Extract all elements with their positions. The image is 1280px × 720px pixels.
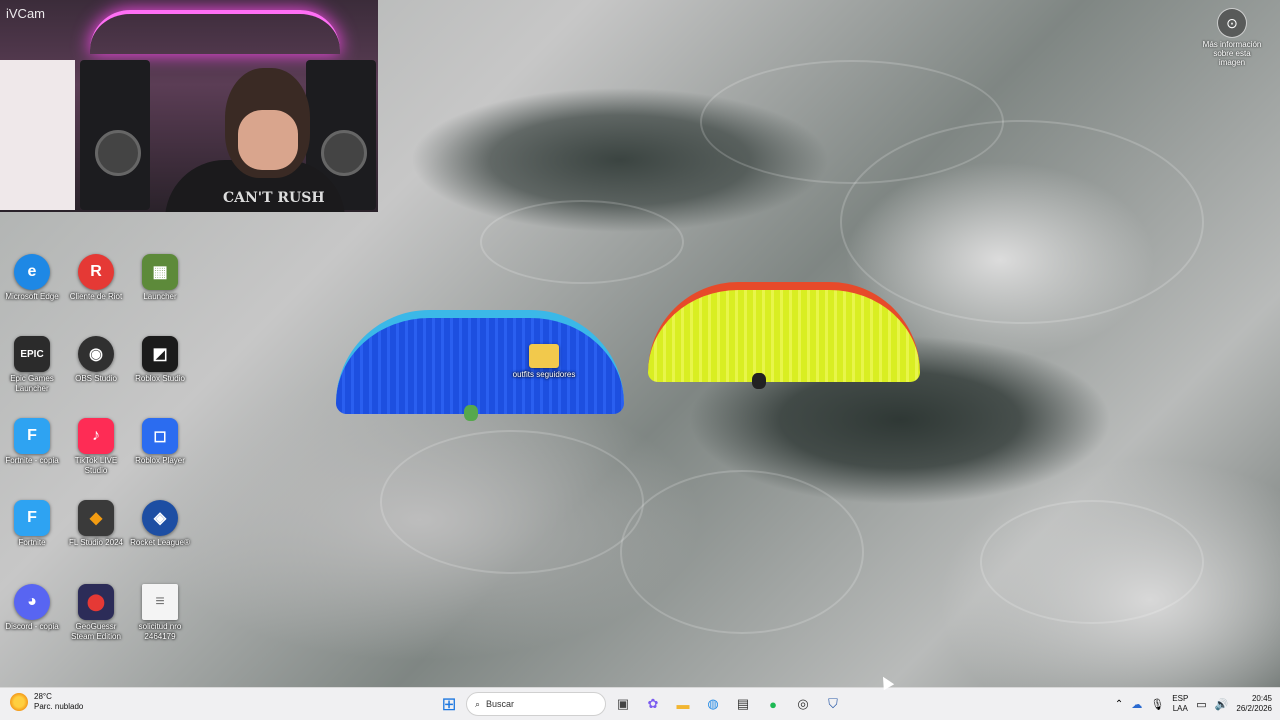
- fl-studio-icon: ◆: [78, 500, 114, 536]
- icon-label: Roblox Player: [135, 456, 185, 465]
- blue-paraglider: [336, 310, 624, 414]
- icon-label: FL Studio 2024: [69, 538, 123, 547]
- image-info-button[interactable]: ⊙ Más información sobre esta imagen: [1202, 8, 1262, 67]
- shirt-text: CAN'T RUSH: [223, 190, 325, 206]
- obs-icon: ◉: [78, 336, 114, 372]
- microphone-icon[interactable]: 🎙: [1150, 698, 1164, 711]
- spotify-icon[interactable]: ●: [760, 691, 786, 717]
- search-placeholder: Buscar: [486, 699, 515, 709]
- neon-light: [90, 10, 340, 54]
- icon-label: Fortnite: [18, 538, 46, 547]
- icon-label: solicitud nro 2464179: [138, 622, 182, 641]
- icon-label: outfits seguidores: [512, 370, 576, 379]
- yellow-glider-pilot: [752, 373, 766, 389]
- chevron-up-icon[interactable]: ⌃: [1115, 699, 1123, 710]
- copilot-icon[interactable]: ✿: [640, 691, 666, 717]
- desktop-icon-epic[interactable]: EPIC Epic Games Launcher: [0, 336, 64, 394]
- icon-label: Launcher: [143, 292, 177, 301]
- blue-glider-pilot: [464, 405, 478, 421]
- webcam-overlay: CAN'T RUSH iVCam: [0, 0, 378, 212]
- camera-icon: ⊙: [1217, 8, 1247, 38]
- icon-label: Discord - copia: [5, 622, 59, 631]
- system-tray: ⌃ ☁ 🎙 ESP LAA ▭ 🔊 20:45 26/2/2026: [1115, 691, 1272, 717]
- weather-widget[interactable]: 28°C Parc. nublado: [10, 692, 83, 712]
- icon-label: TikTok LIVE Studio: [74, 456, 118, 475]
- image-info-label: Más información sobre esta imagen: [1202, 40, 1262, 67]
- riot-icon: R: [78, 254, 114, 290]
- person-face: [238, 110, 298, 170]
- desktop-icon-fortnite[interactable]: F Fortnite: [0, 500, 64, 548]
- desktop-icon-riot[interactable]: R Cliente de Riot: [64, 254, 128, 302]
- rocket-league-icon: ◈: [142, 500, 178, 536]
- network-icon[interactable]: ▭: [1196, 698, 1206, 711]
- icon-label: Roblox Studio: [135, 374, 185, 383]
- desktop-icon-obs[interactable]: ◉ OBS Studio: [64, 336, 128, 384]
- taskbar-apps: ⊞ ⌕ Buscar ▣ ✿ ▬ ◍ ▤ ● ◎ ⛉: [436, 691, 846, 717]
- desktop-icon-geoguessr[interactable]: ⬤ GeoGuessr Steam Edition: [64, 584, 128, 642]
- icon-label: Fortnite - copia: [5, 456, 59, 465]
- webcam-label: iVCam: [6, 6, 46, 21]
- icon-label: Microsoft Edge: [5, 292, 59, 301]
- icon-label: GeoGuessr Steam Edition: [71, 622, 121, 641]
- desktop-icon-document[interactable]: ≡ solicitud nro 2464179: [128, 584, 192, 642]
- tiktok-icon: ♪: [78, 418, 114, 454]
- desktop-icon-roblox-studio[interactable]: ◩ Roblox Studio: [128, 336, 192, 384]
- desktop-icon-discord[interactable]: ◕ Discord - copia: [0, 584, 64, 632]
- store-icon[interactable]: ▤: [730, 691, 756, 717]
- roblox-studio-icon: ◩: [142, 336, 178, 372]
- language-indicator[interactable]: ESP LAA: [1172, 694, 1188, 714]
- volume-icon[interactable]: 🔊: [1215, 698, 1229, 711]
- taskbar: 28°C Parc. nublado ⊞ ⌕ Buscar ▣ ✿ ▬ ◍ ▤ …: [0, 687, 1280, 720]
- icon-label: Epic Games Launcher: [10, 374, 54, 393]
- lang-top: ESP: [1172, 694, 1189, 703]
- clock[interactable]: 20:45 26/2/2026: [1236, 694, 1272, 714]
- clock-time: 20:45: [1251, 694, 1272, 703]
- desktop-icon-fl-studio[interactable]: ◆ FL Studio 2024: [64, 500, 128, 548]
- desktop-icon-tiktok-live[interactable]: ♪ TikTok LIVE Studio: [64, 418, 128, 476]
- partly-cloudy-icon: [10, 693, 28, 711]
- file-explorer-icon[interactable]: ▬: [670, 691, 696, 717]
- icon-label: Rocket League®: [130, 538, 190, 547]
- fortnite-icon: F: [14, 418, 50, 454]
- shelf: [0, 60, 75, 210]
- start-button[interactable]: ⊞: [436, 691, 462, 717]
- desktop-icon-rocket-league[interactable]: ◈ Rocket League®: [128, 500, 192, 548]
- weather-temp: 28°C: [34, 692, 52, 701]
- geoguessr-icon: ⬤: [78, 584, 114, 620]
- discord-icon: ◕: [14, 584, 50, 620]
- desktop-icon-roblox-player[interactable]: ◻ Roblox Player: [128, 418, 192, 466]
- onedrive-icon[interactable]: ☁: [1131, 698, 1142, 711]
- shield-icon[interactable]: ⛉: [820, 691, 846, 717]
- roblox-icon: ◻: [142, 418, 178, 454]
- desktop-folder-outfits[interactable]: outfits seguidores: [512, 340, 576, 380]
- desktop-icon-minecraft-launcher[interactable]: ▦ Launcher: [128, 254, 192, 302]
- search-icon: ⌕: [475, 698, 481, 709]
- task-view-button[interactable]: ▣: [610, 691, 636, 717]
- document-icon: ≡: [142, 584, 178, 620]
- yellow-paraglider: [648, 282, 920, 382]
- weather-desc: Parc. nublado: [34, 702, 84, 711]
- obs-taskbar-icon[interactable]: ◎: [790, 691, 816, 717]
- desktop-icon-fortnite-copy[interactable]: F Fortnite - copia: [0, 418, 64, 466]
- clock-date: 26/2/2026: [1236, 704, 1272, 713]
- folder-icon: [529, 344, 559, 368]
- minecraft-icon: ▦: [142, 254, 178, 290]
- speaker-left: [80, 60, 150, 210]
- lang-bottom: LAA: [1172, 704, 1188, 713]
- epic-games-icon: EPIC: [14, 336, 50, 372]
- edge-icon: e: [14, 254, 50, 290]
- edge-taskbar-icon[interactable]: ◍: [700, 691, 726, 717]
- icon-label: Cliente de Riot: [69, 292, 123, 301]
- fortnite-icon: F: [14, 500, 50, 536]
- search-box[interactable]: ⌕ Buscar: [466, 692, 606, 716]
- icon-label: OBS Studio: [75, 374, 117, 383]
- desktop-icon-edge[interactable]: e Microsoft Edge: [0, 254, 64, 302]
